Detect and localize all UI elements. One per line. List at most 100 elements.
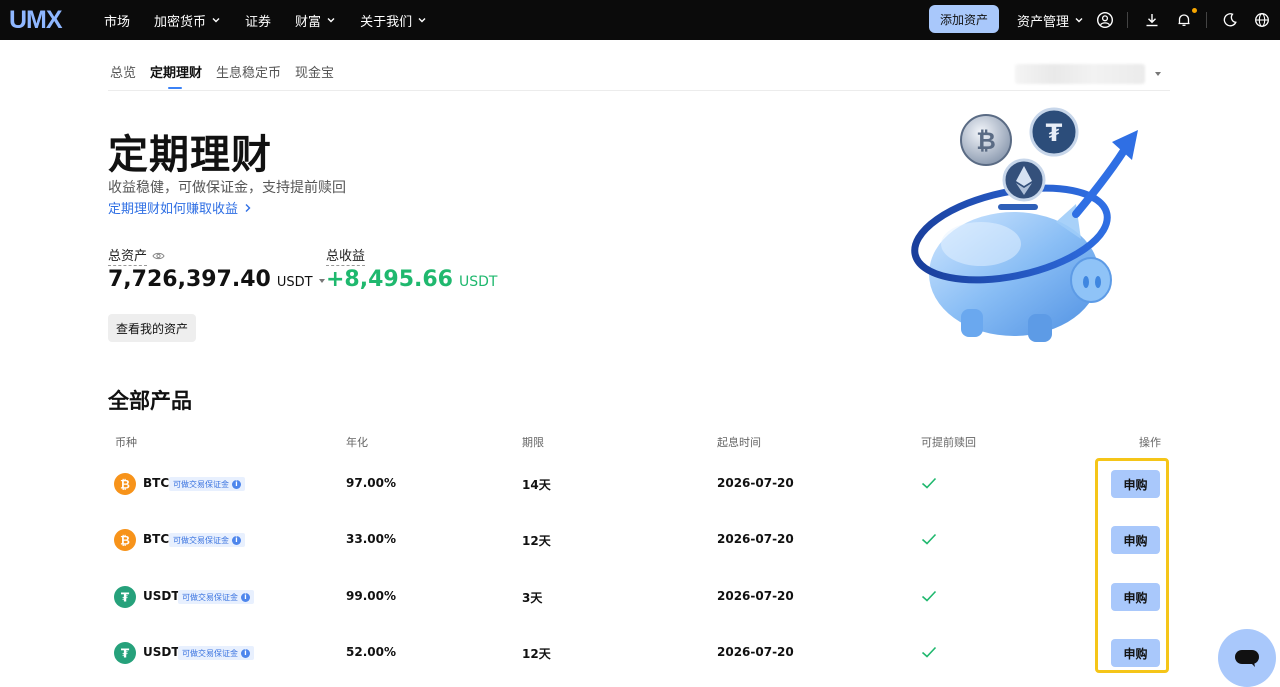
margin-tag-label: 可做交易保证金: [173, 535, 229, 545]
col-header-apy: 年化: [346, 436, 368, 449]
coin-name: BTC: [143, 476, 170, 490]
main-nav: 市场 加密货币 证券 财富 关于我们: [104, 0, 451, 40]
page-subtitle: 收益稳健，可做保证金，支持提前赎回: [108, 180, 346, 196]
checkmark-icon: [921, 590, 937, 602]
table-row: ₮ USDT 可做交易保证金 i 99.00% 3天 2026-07-20 申购: [108, 571, 1170, 627]
tab-yield-stablecoin[interactable]: 生息稳定币: [216, 62, 281, 90]
btc-coin-icon: ₿: [114, 473, 136, 495]
svg-text:₿: ₿: [120, 478, 130, 492]
bell-icon[interactable]: [1174, 10, 1194, 30]
checkmark-icon: [921, 477, 937, 489]
coin-name: BTC: [143, 532, 170, 546]
tab-fixed-term[interactable]: 定期理财: [150, 62, 202, 90]
chevron-down-icon: [327, 18, 335, 23]
subscribe-button[interactable]: 申购: [1111, 583, 1160, 611]
btc-coin-icon: ₿: [114, 529, 136, 551]
tab-overview[interactable]: 总览: [110, 62, 136, 90]
col-header-coin: 币种: [115, 436, 137, 449]
margin-eligible-tag: 可做交易保证金 i: [178, 646, 254, 660]
chat-support-button[interactable]: [1218, 629, 1276, 687]
nav-market-label: 市场: [104, 14, 131, 30]
usdt-coin-icon: ₮: [114, 642, 136, 664]
user-circle-icon[interactable]: [1095, 10, 1115, 30]
nav-securities-label: 证券: [245, 14, 272, 30]
account-selector[interactable]: [1015, 63, 1170, 85]
apy-value: 99.00%: [346, 589, 396, 603]
info-icon[interactable]: i: [232, 479, 241, 489]
asset-management-menu[interactable]: 资产管理: [1017, 0, 1084, 40]
caret-down-icon[interactable]: [318, 279, 325, 283]
nav-about-label: 关于我们: [360, 14, 413, 30]
nav-about[interactable]: 关于我们: [360, 11, 427, 30]
total-profit-value: +8,495.66 USDT: [326, 267, 497, 292]
apy-value: 97.00%: [346, 476, 396, 490]
start-date-value: 2026-07-20: [717, 589, 794, 603]
nav-securities[interactable]: 证券: [245, 11, 271, 30]
moon-icon[interactable]: [1220, 10, 1240, 30]
subscribe-button[interactable]: 申购: [1111, 526, 1160, 554]
chevron-down-icon: [212, 18, 220, 23]
svg-text:₮: ₮: [1046, 119, 1063, 147]
wealth-subtabs: 总览 定期理财 生息稳定币 现金宝: [110, 62, 348, 90]
add-asset-button[interactable]: 添加资产: [929, 5, 999, 33]
subscribe-button[interactable]: 申购: [1111, 470, 1160, 498]
page-title: 定期理财: [108, 132, 272, 178]
subscribe-button[interactable]: 申购: [1111, 639, 1160, 667]
total-assets-label-text: 总资产: [108, 245, 148, 266]
logo-text: UMX: [9, 5, 63, 34]
coin-name: USDT: [143, 645, 180, 659]
col-header-action: 操作: [1139, 436, 1161, 449]
total-profit-number: +8,495.66: [326, 267, 453, 292]
download-icon[interactable]: [1142, 10, 1162, 30]
coin-name: USDT: [143, 589, 180, 603]
divider: [1127, 12, 1128, 28]
apy-value: 52.00%: [346, 645, 396, 659]
apy-value: 33.00%: [346, 532, 396, 546]
col-header-start: 起息时间: [717, 436, 761, 449]
view-my-assets-button[interactable]: 查看我的资产: [108, 314, 196, 342]
total-assets-value: 7,726,397.40 USDT: [108, 267, 325, 292]
margin-eligible-tag: 可做交易保证金 i: [169, 533, 245, 547]
chevron-right-icon: [245, 203, 251, 212]
info-icon[interactable]: i: [241, 592, 250, 602]
nav-crypto-label: 加密货币: [154, 14, 207, 30]
nav-market[interactable]: 市场: [104, 11, 130, 30]
margin-tag-label: 可做交易保证金: [173, 479, 229, 489]
piggy-bank-illustration: ₿ ₮: [911, 107, 1138, 342]
margin-tag-label: 可做交易保证金: [182, 648, 238, 658]
margin-tag-label: 可做交易保证金: [182, 592, 238, 602]
tab-cash-treasure[interactable]: 现金宝: [295, 62, 334, 90]
divider: [1206, 12, 1207, 28]
eye-icon[interactable]: [152, 251, 165, 261]
col-header-term: 期限: [522, 436, 544, 449]
col-header-early-redeem: 可提前赎回: [921, 436, 976, 449]
total-assets-label: 总资产: [108, 245, 165, 266]
margin-eligible-tag: 可做交易保证金 i: [169, 477, 245, 491]
table-row: ₿ BTC 可做交易保证金 i 33.00% 12天 2026-07-20 申购: [108, 514, 1170, 570]
total-assets-unit[interactable]: USDT: [277, 275, 313, 290]
notification-dot: [1192, 8, 1197, 13]
start-date-value: 2026-07-20: [717, 476, 794, 490]
nav-wealth[interactable]: 财富: [295, 11, 336, 30]
table-row: ₮ USDT 可做交易保证金 i 52.00% 12天 2026-07-20 申…: [108, 627, 1170, 683]
chat-icon: [1235, 650, 1259, 667]
blurred-account-name: [1015, 64, 1145, 84]
how-to-earn-link[interactable]: 定期理财如何赚取收益: [108, 198, 252, 217]
brand-logo[interactable]: UMX: [9, 5, 63, 34]
total-profit-unit: USDT: [459, 274, 498, 290]
term-value: 12天: [522, 647, 551, 661]
total-assets-number: 7,726,397.40: [108, 267, 271, 292]
checkmark-icon: [921, 646, 937, 658]
top-navbar: UMX 市场 加密货币 证券 财富 关于我们 添加资产 资产管理: [0, 0, 1280, 40]
total-profit-label-text: 总收益: [326, 245, 366, 266]
term-value: 3天: [522, 591, 543, 605]
nav-crypto[interactable]: 加密货币: [154, 11, 221, 30]
svg-text:₿: ₿: [120, 534, 130, 548]
nav-wealth-label: 财富: [295, 14, 322, 30]
how-to-earn-label: 定期理财如何赚取收益: [108, 202, 239, 217]
start-date-value: 2026-07-20: [717, 532, 794, 546]
checkmark-icon: [921, 533, 937, 545]
info-icon[interactable]: i: [241, 648, 250, 658]
globe-icon[interactable]: [1252, 10, 1272, 30]
info-icon[interactable]: i: [232, 535, 241, 545]
